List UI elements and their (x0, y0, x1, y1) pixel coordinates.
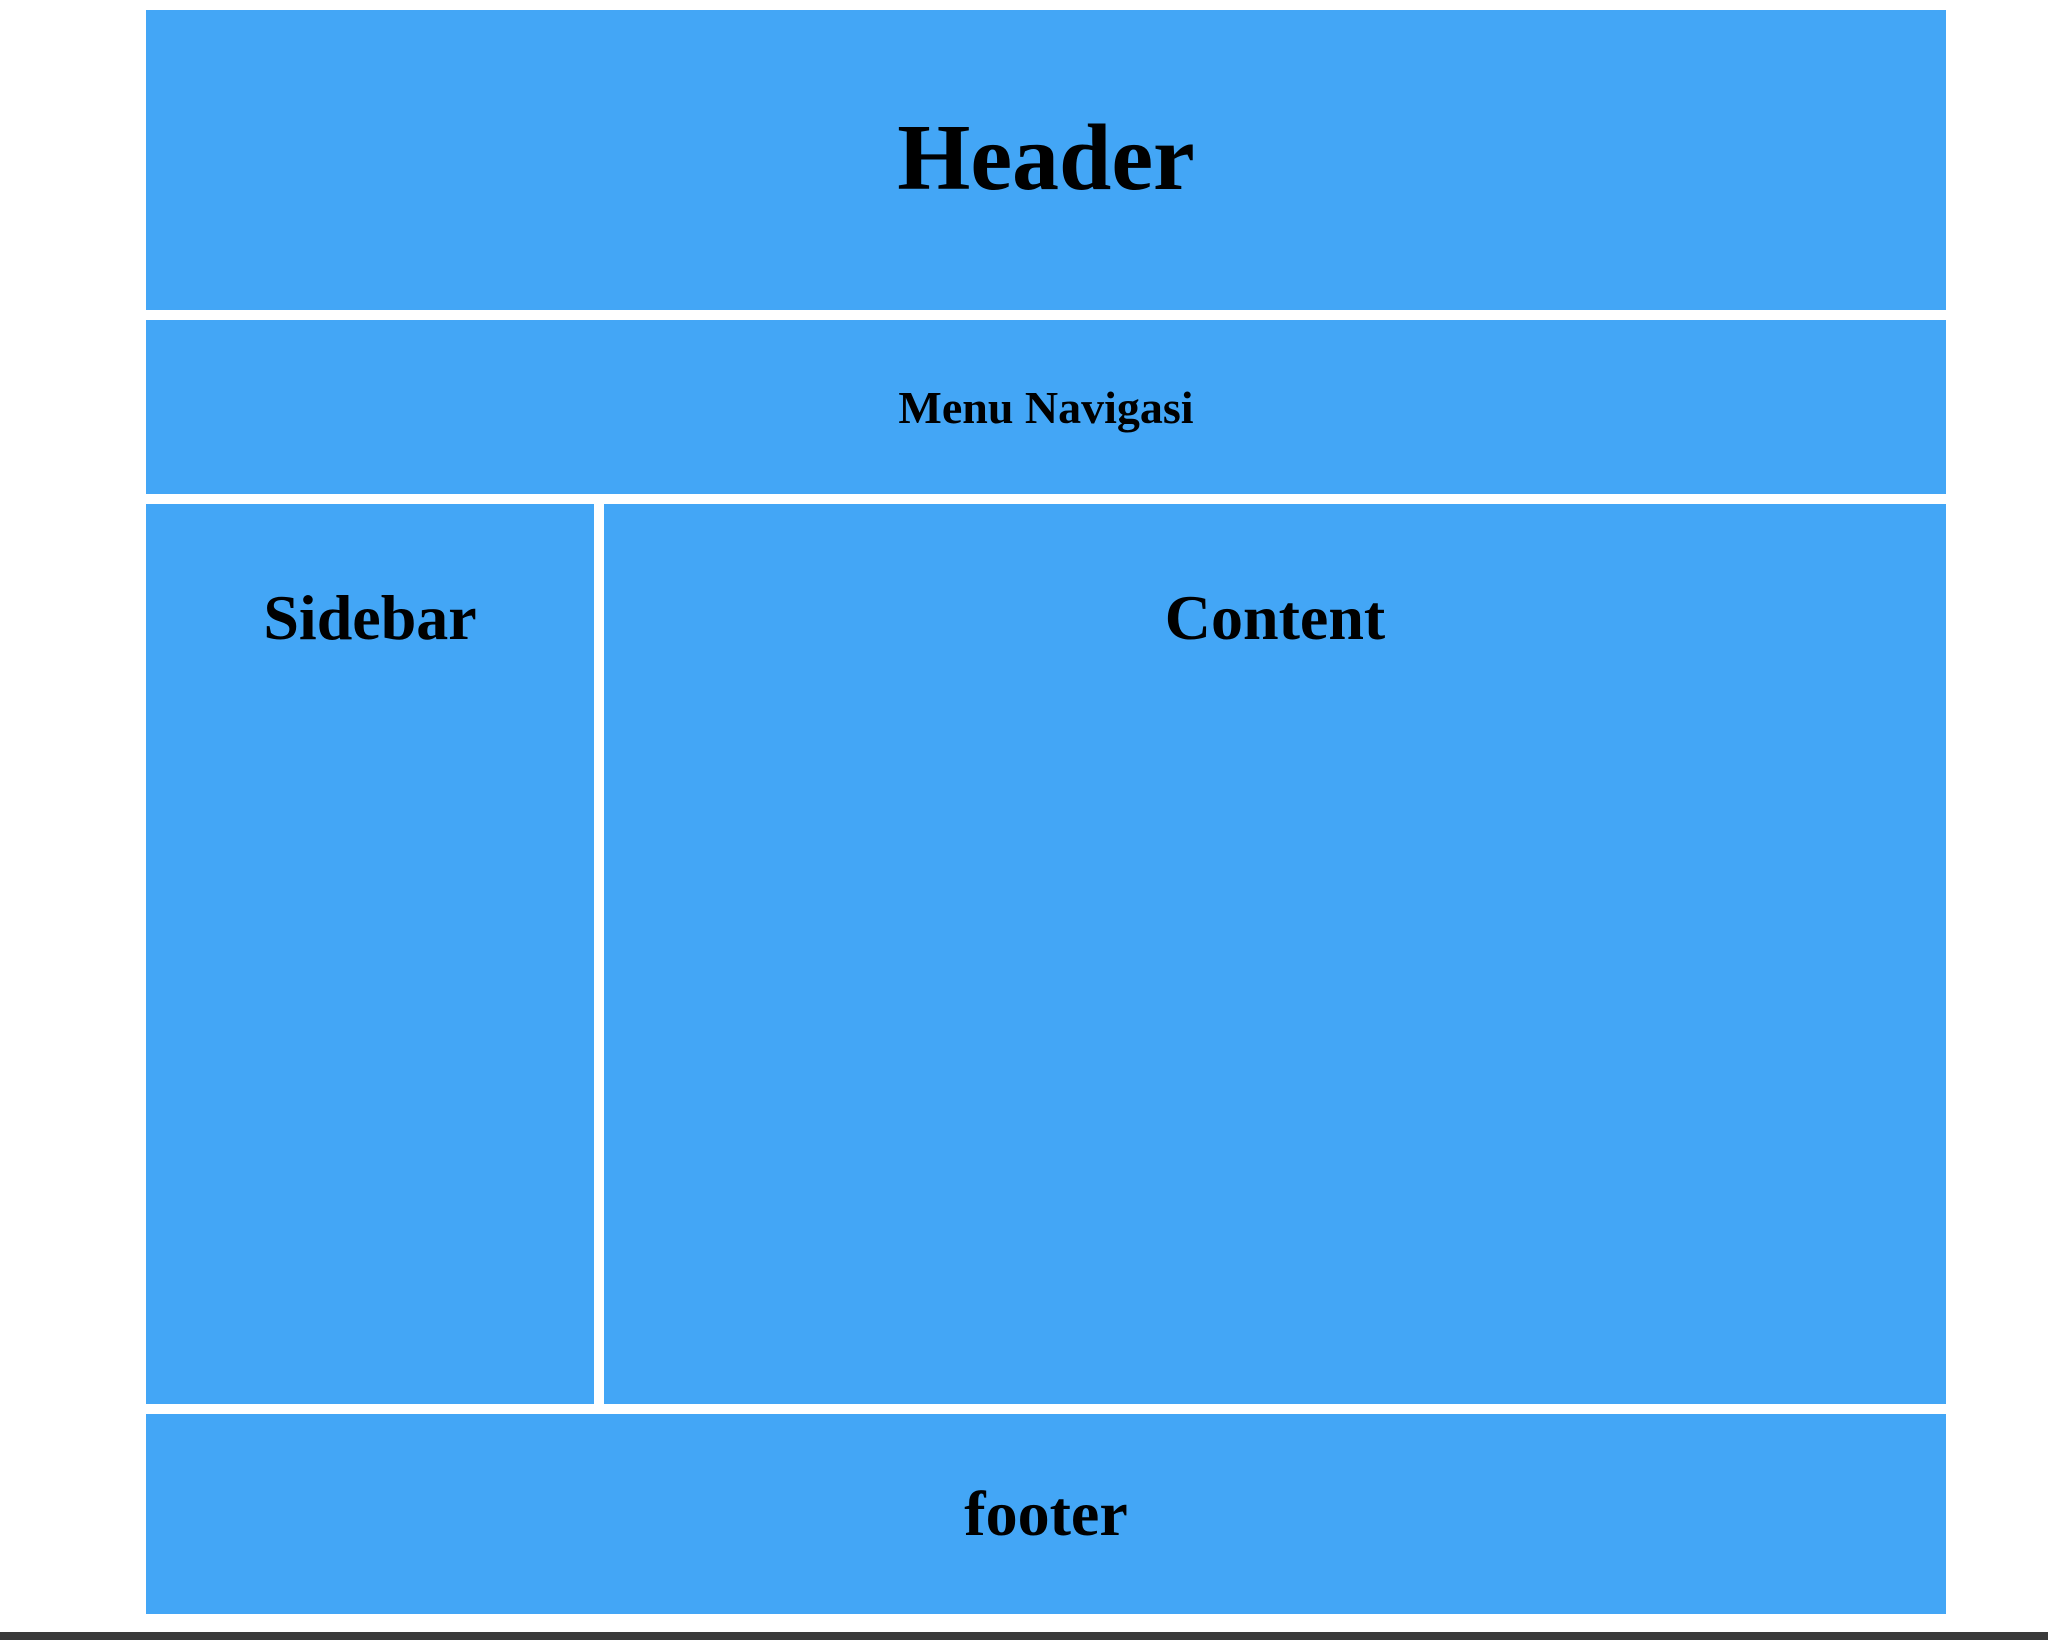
navigation-menu-label: Menu Navigasi (898, 381, 1194, 433)
navigation-menu[interactable]: Menu Navigasi (146, 320, 1946, 494)
window-bottom-edge (0, 1632, 2048, 1640)
main-area: Sidebar Content (146, 504, 1946, 1404)
footer-section: footer (146, 1414, 1946, 1614)
content-section: Content (604, 504, 1946, 1404)
header-section: Header (146, 10, 1946, 310)
footer-title: footer (964, 1478, 1128, 1549)
sidebar-title: Sidebar (263, 582, 477, 653)
content-title: Content (1164, 582, 1386, 653)
header-title: Header (897, 106, 1195, 210)
page-layout: Header Menu Navigasi Sidebar Content foo… (146, 10, 1946, 1614)
sidebar-section: Sidebar (146, 504, 594, 1404)
